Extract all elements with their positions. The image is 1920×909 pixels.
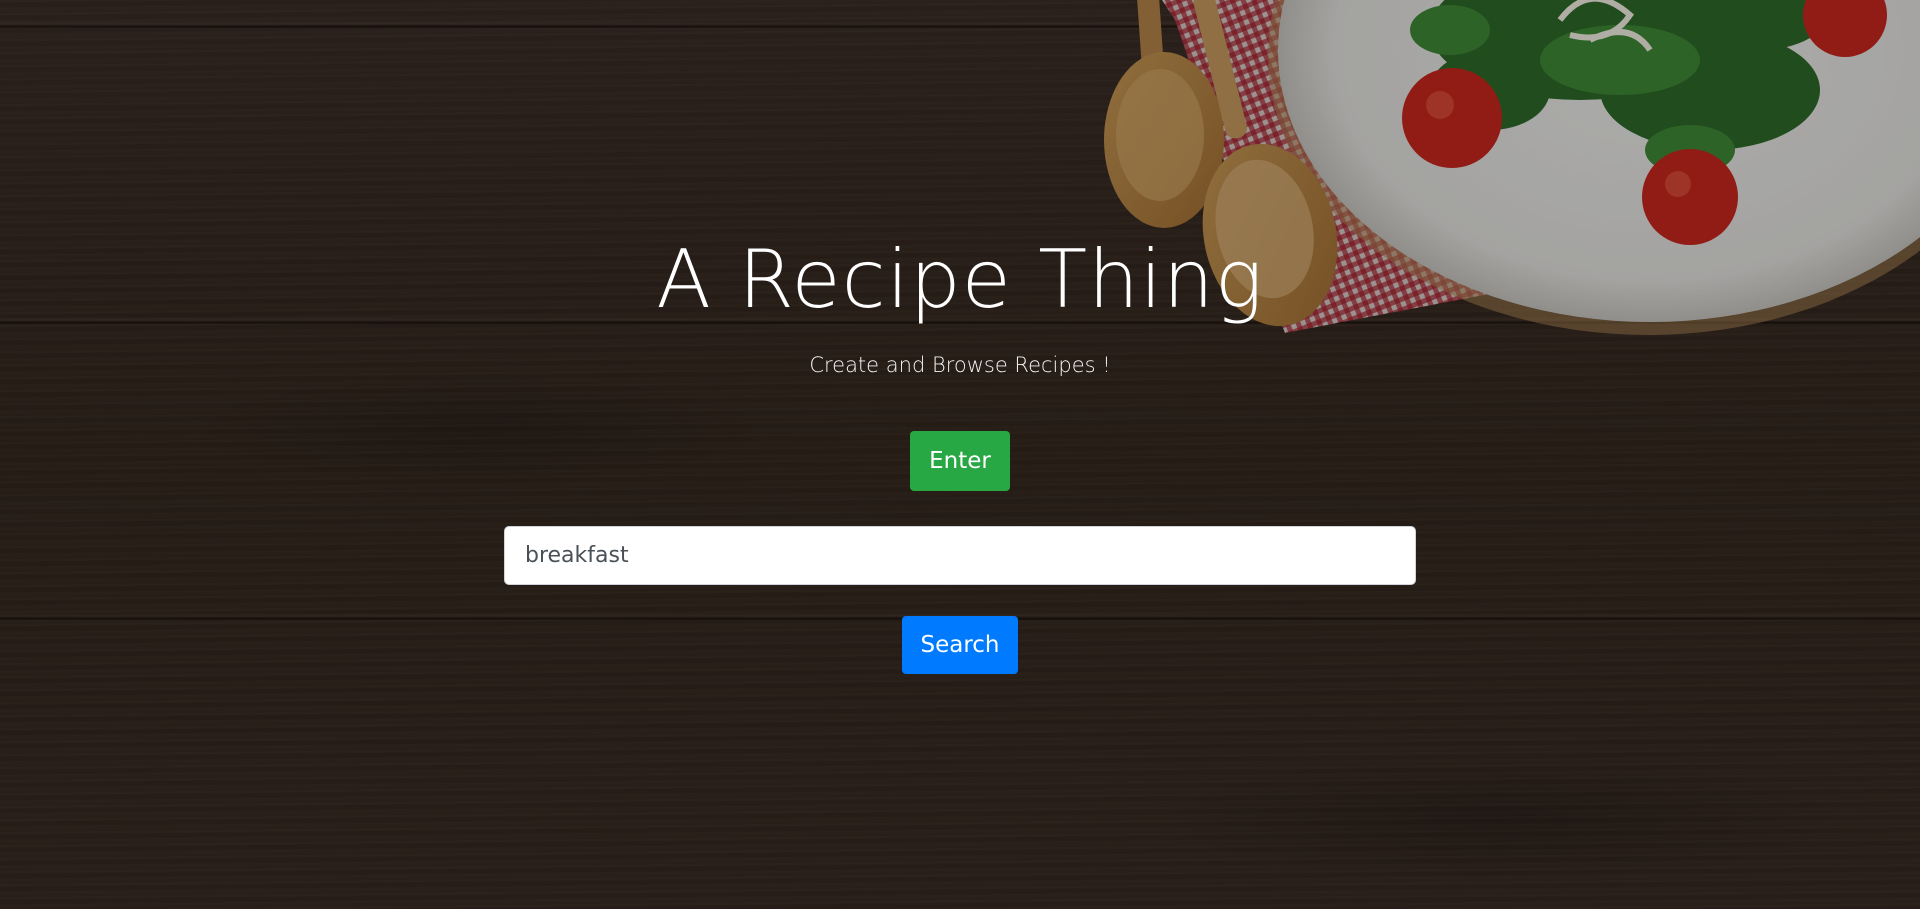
search-input[interactable]	[504, 526, 1416, 585]
enter-button[interactable]: Enter	[910, 431, 1010, 491]
page-title: A Recipe Thing	[656, 233, 1264, 326]
page-subtitle: Create and Browse Recipes !	[809, 353, 1111, 377]
search-button[interactable]: Search	[902, 616, 1018, 674]
hero-section: A Recipe Thing Create and Browse Recipes…	[0, 0, 1920, 909]
